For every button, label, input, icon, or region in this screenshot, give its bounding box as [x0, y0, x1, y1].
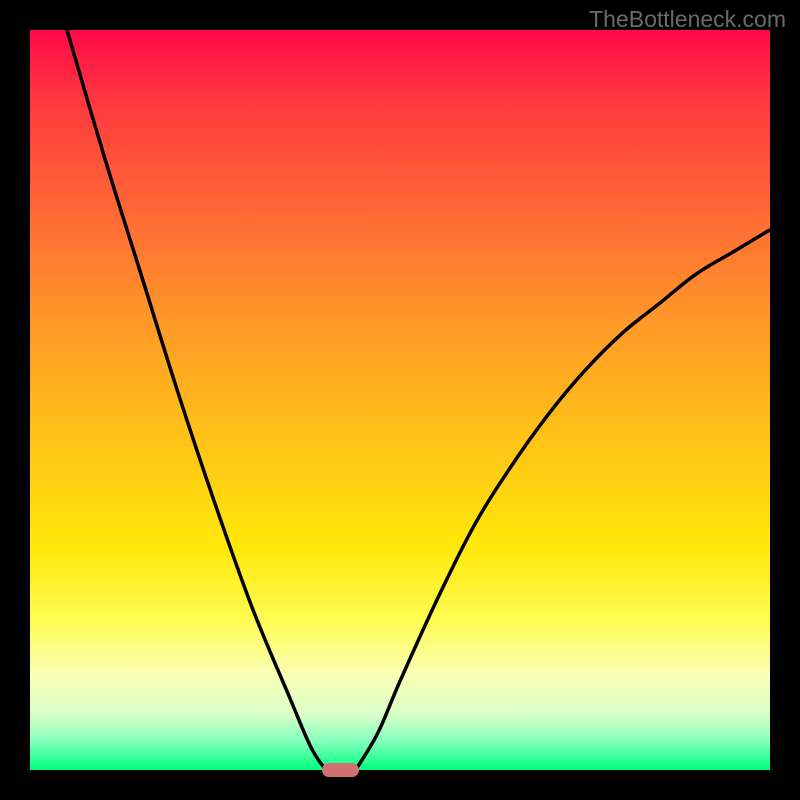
watermark-text: TheBottleneck.com — [589, 6, 786, 33]
left-curve-path — [67, 30, 326, 770]
chart-plot-area — [30, 30, 770, 770]
chart-curves — [30, 30, 770, 770]
right-curve-path — [356, 230, 770, 770]
bottleneck-marker — [322, 763, 359, 777]
